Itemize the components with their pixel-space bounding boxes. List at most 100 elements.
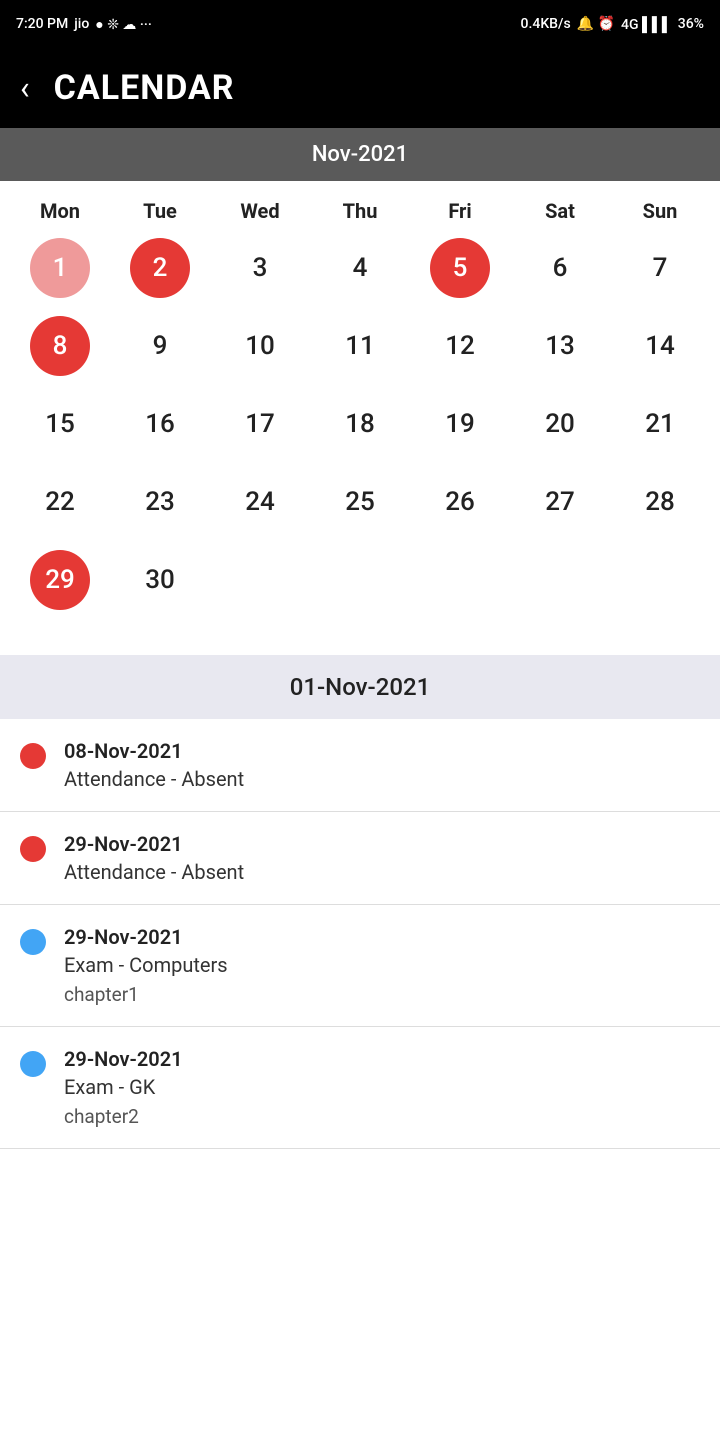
cal-day-28[interactable]: 28 <box>630 472 690 532</box>
event-item-4[interactable]: 29-Nov-2021 Exam - GK chapter2 <box>0 1027 720 1149</box>
cal-cell[interactable]: 21 <box>610 389 710 459</box>
cal-cell[interactable]: 20 <box>510 389 610 459</box>
cal-cell-empty <box>610 545 710 615</box>
cal-day-12[interactable]: 12 <box>430 316 490 376</box>
cal-cell[interactable]: 14 <box>610 311 710 381</box>
cal-cell[interactable]: 9 <box>110 311 210 381</box>
cal-day-29[interactable]: 29 <box>30 550 90 610</box>
bluetooth-icon: 🔔 ⏰ <box>577 16 615 32</box>
network-speed: 0.4KB/s <box>521 16 571 32</box>
event-item-3[interactable]: 29-Nov-2021 Exam - Computers chapter1 <box>0 905 720 1027</box>
page-title: CALENDAR <box>54 68 235 108</box>
cal-cell[interactable]: 22 <box>10 467 110 537</box>
event-title-4: Exam - GK <box>64 1075 183 1099</box>
calendar-container: Mon Tue Wed Thu Fri Sat Sun 1 2 3 4 5 6 … <box>0 181 720 635</box>
cal-cell-empty <box>510 545 610 615</box>
cal-day-17[interactable]: 17 <box>230 394 290 454</box>
cal-day-27[interactable]: 27 <box>530 472 590 532</box>
cal-cell[interactable]: 5 <box>410 233 510 303</box>
day-header-fri: Fri <box>410 199 510 223</box>
cal-day-10[interactable]: 10 <box>230 316 290 376</box>
event-date-1: 08-Nov-2021 <box>64 739 244 763</box>
event-dot-blue-2 <box>20 1051 46 1077</box>
day-headers: Mon Tue Wed Thu Fri Sat Sun <box>10 181 710 233</box>
cal-cell[interactable]: 23 <box>110 467 210 537</box>
day-header-mon: Mon <box>10 199 110 223</box>
cal-day-25[interactable]: 25 <box>330 472 390 532</box>
signal-icons: ● ❊ ☁ ··· <box>95 16 152 33</box>
cal-cell[interactable]: 15 <box>10 389 110 459</box>
cal-cell[interactable]: 12 <box>410 311 510 381</box>
day-header-tue: Tue <box>110 199 210 223</box>
cal-cell[interactable]: 8 <box>10 311 110 381</box>
cal-day-4[interactable]: 4 <box>330 238 390 298</box>
cal-day-2[interactable]: 2 <box>130 238 190 298</box>
event-date-2: 29-Nov-2021 <box>64 832 244 856</box>
cal-cell[interactable]: 3 <box>210 233 310 303</box>
cal-day-16[interactable]: 16 <box>130 394 190 454</box>
cal-day-14[interactable]: 14 <box>630 316 690 376</box>
cal-day-19[interactable]: 19 <box>430 394 490 454</box>
cal-cell[interactable]: 26 <box>410 467 510 537</box>
cal-cell[interactable]: 16 <box>110 389 210 459</box>
cal-day-1[interactable]: 1 <box>30 238 90 298</box>
cal-cell-empty <box>210 545 310 615</box>
cal-cell[interactable]: 4 <box>310 233 410 303</box>
event-title-1: Attendance - Absent <box>64 767 244 791</box>
cal-day-18[interactable]: 18 <box>330 394 390 454</box>
event-dot-red-2 <box>20 836 46 862</box>
cal-day-30[interactable]: 30 <box>130 550 190 610</box>
cal-day-20[interactable]: 20 <box>530 394 590 454</box>
status-left: 7:20 PM jio ● ❊ ☁ ··· <box>16 16 152 33</box>
cal-cell[interactable]: 19 <box>410 389 510 459</box>
cal-day-8[interactable]: 8 <box>30 316 90 376</box>
cal-day-9[interactable]: 9 <box>130 316 190 376</box>
cal-cell[interactable]: 10 <box>210 311 310 381</box>
status-right: 0.4KB/s 🔔 ⏰ 4G ▌▌▌ 36% <box>521 16 704 33</box>
event-title-2: Attendance - Absent <box>64 860 244 884</box>
cal-cell[interactable]: 28 <box>610 467 710 537</box>
cal-cell[interactable]: 11 <box>310 311 410 381</box>
event-content-1: 08-Nov-2021 Attendance - Absent <box>64 739 244 791</box>
cal-cell[interactable]: 24 <box>210 467 310 537</box>
cal-day-15[interactable]: 15 <box>30 394 90 454</box>
event-content-2: 29-Nov-2021 Attendance - Absent <box>64 832 244 884</box>
cal-cell[interactable]: 1 <box>10 233 110 303</box>
cal-cell[interactable]: 18 <box>310 389 410 459</box>
month-label: Nov-2021 <box>312 142 408 167</box>
cal-cell-empty <box>310 545 410 615</box>
cal-day-7[interactable]: 7 <box>630 238 690 298</box>
event-item-1[interactable]: 08-Nov-2021 Attendance - Absent <box>0 719 720 812</box>
cal-day-24[interactable]: 24 <box>230 472 290 532</box>
cal-day-21[interactable]: 21 <box>630 394 690 454</box>
event-title-3: Exam - Computers <box>64 953 228 977</box>
month-header: Nov-2021 <box>0 128 720 181</box>
cal-day-11[interactable]: 11 <box>330 316 390 376</box>
cal-cell[interactable]: 13 <box>510 311 610 381</box>
battery: 36% <box>678 16 704 32</box>
cal-cell[interactable]: 7 <box>610 233 710 303</box>
cal-day-5[interactable]: 5 <box>430 238 490 298</box>
cal-cell[interactable]: 17 <box>210 389 310 459</box>
cal-day-3[interactable]: 3 <box>230 238 290 298</box>
cal-day-13[interactable]: 13 <box>530 316 590 376</box>
cal-day-23[interactable]: 23 <box>130 472 190 532</box>
event-date-3: 29-Nov-2021 <box>64 925 228 949</box>
cal-cell[interactable]: 27 <box>510 467 610 537</box>
cal-day-22[interactable]: 22 <box>30 472 90 532</box>
cal-cell[interactable]: 2 <box>110 233 210 303</box>
cal-cell[interactable]: 25 <box>310 467 410 537</box>
status-bar: 7:20 PM jio ● ❊ ☁ ··· 0.4KB/s 🔔 ⏰ 4G ▌▌▌… <box>0 0 720 48</box>
event-dot-red <box>20 743 46 769</box>
event-item-2[interactable]: 29-Nov-2021 Attendance - Absent <box>0 812 720 905</box>
cal-cell[interactable]: 30 <box>110 545 210 615</box>
cal-day-6[interactable]: 6 <box>530 238 590 298</box>
event-content-4: 29-Nov-2021 Exam - GK chapter2 <box>64 1047 183 1128</box>
back-button[interactable]: ‹ <box>20 69 30 107</box>
cal-day-26[interactable]: 26 <box>430 472 490 532</box>
cal-cell[interactable]: 6 <box>510 233 610 303</box>
cal-cell[interactable]: 29 <box>10 545 110 615</box>
day-header-sun: Sun <box>610 199 710 223</box>
cal-cell-empty <box>410 545 510 615</box>
day-header-thu: Thu <box>310 199 410 223</box>
